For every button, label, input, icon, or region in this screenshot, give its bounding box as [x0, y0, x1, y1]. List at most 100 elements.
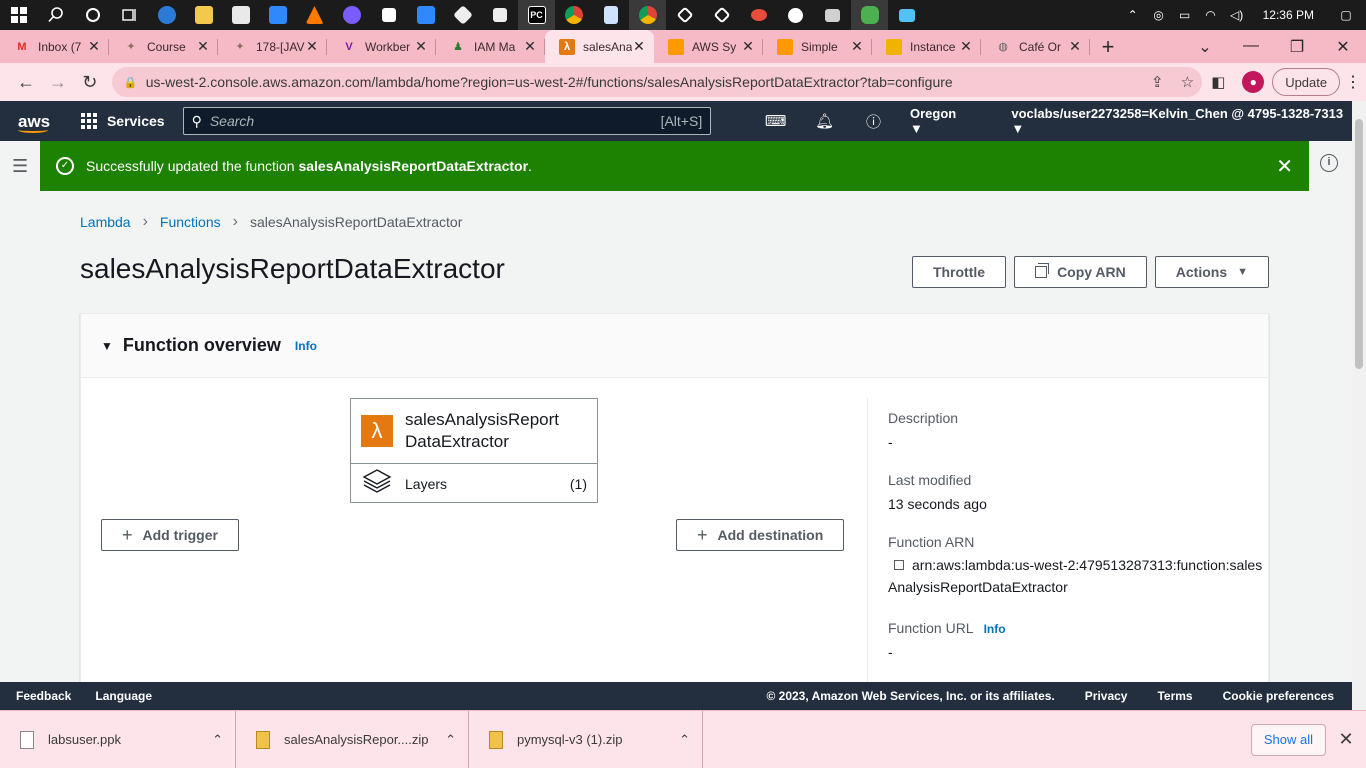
remote-desktop-icon[interactable] — [814, 0, 851, 30]
chevron-up-icon[interactable]: ⌃ — [679, 732, 690, 748]
eclipse-icon[interactable] — [333, 0, 370, 30]
close-icon[interactable]: ✕ — [1276, 154, 1293, 179]
battery-icon[interactable]: ▭ — [1177, 8, 1193, 22]
download-item[interactable]: pymysql-v3 (1).zip ⌃ — [469, 710, 703, 768]
help-icon[interactable]: ⓘ — [849, 111, 898, 132]
throttle-button[interactable]: Throttle — [911, 256, 1007, 288]
profile-avatar[interactable]: ● — [1242, 71, 1265, 93]
address-bar[interactable]: 🔒 us-west-2.console.aws.amazon.com/lambd… — [111, 67, 1203, 97]
tab-iam[interactable]: ♟ IAM Ma ✕ — [436, 30, 545, 63]
info-link[interactable]: Info — [295, 339, 317, 353]
volume-icon[interactable]: ◁) — [1229, 8, 1245, 22]
language-link[interactable]: Language — [95, 689, 152, 703]
info-panel-icon[interactable]: i — [1320, 154, 1338, 172]
reload-icon[interactable]: ↻ — [74, 72, 106, 93]
signal-icon[interactable] — [777, 0, 814, 30]
vscode-icon[interactable] — [407, 0, 444, 30]
function-overview-header[interactable]: ▼ Function overview Info — [81, 314, 1268, 378]
tab-sales-analysis[interactable]: λ salesAna ✕ — [545, 30, 654, 63]
tab-aws-systems[interactable]: AWS Sy ✕ — [654, 30, 763, 63]
tab-search-icon[interactable]: ⌄ — [1182, 37, 1228, 57]
putty-icon[interactable] — [481, 0, 518, 30]
chrome-profile-icon[interactable] — [629, 0, 666, 30]
tab-178-jav[interactable]: ✦ 178-[JAV ✕ — [218, 30, 327, 63]
photos-icon[interactable] — [888, 0, 925, 30]
scrollbar-thumb[interactable] — [1355, 119, 1363, 369]
cloudshell-icon[interactable]: ⌨ — [751, 112, 800, 130]
cortana-icon[interactable] — [74, 0, 111, 30]
hamburger-menu-icon[interactable]: ☰ — [12, 156, 28, 177]
file-explorer-icon[interactable] — [185, 0, 222, 30]
git-icon[interactable] — [444, 0, 481, 30]
close-icon[interactable]: ✕ — [305, 38, 319, 55]
privacy-link[interactable]: Privacy — [1085, 689, 1128, 703]
menu-icon[interactable]: ⋮ — [1340, 72, 1366, 92]
aws-logo[interactable]: aws — [0, 101, 65, 141]
copy-icon[interactable] — [894, 560, 904, 570]
download-item[interactable]: labsuser.ppk ⌃ — [0, 710, 236, 768]
paint-icon[interactable] — [740, 0, 777, 30]
search-icon[interactable] — [37, 0, 74, 30]
download-item[interactable]: salesAnalysisRepor....zip ⌃ — [236, 710, 469, 768]
tab-cafe[interactable]: ◍ Café Or ✕ — [981, 30, 1090, 63]
snipping-icon[interactable] — [370, 0, 407, 30]
region-selector[interactable]: Oregon ▼ — [910, 106, 971, 136]
lock-icon[interactable]: 🔒 — [124, 76, 142, 89]
close-icon[interactable]: ✕ — [87, 38, 101, 55]
close-icon[interactable]: ✕ — [523, 38, 537, 55]
new-tab-button[interactable]: + — [1090, 34, 1126, 60]
aws-search-input[interactable]: ⚲ Search [Alt+S] — [182, 107, 712, 135]
caret-down-icon[interactable]: ▼ — [101, 339, 113, 353]
show-all-button[interactable]: Show all — [1250, 723, 1326, 756]
side-panel-icon[interactable]: ◧ — [1202, 73, 1234, 91]
mail-icon[interactable] — [259, 0, 296, 30]
close-icon[interactable]: ✕ — [959, 38, 973, 55]
edge-icon[interactable] — [148, 0, 185, 30]
add-destination-button[interactable]: + Add destination — [676, 519, 845, 551]
vlc-icon[interactable] — [296, 0, 333, 30]
tab-course[interactable]: ✦ Course ✕ — [109, 30, 218, 63]
pycharm-icon[interactable]: PC — [518, 0, 555, 30]
account-menu[interactable]: voclabs/user2273258=Kelvin_Chen @ 4795-1… — [1011, 106, 1352, 136]
breadcrumb-functions[interactable]: Functions — [160, 214, 221, 230]
function-arn-value[interactable]: arn:aws:lambda:us-west-2:479513287313:fu… — [888, 557, 1262, 595]
wifi-icon[interactable]: ◠ — [1203, 8, 1219, 22]
meet-icon[interactable]: ◎ — [1151, 8, 1167, 22]
chevron-up-icon[interactable]: ⌃ — [445, 732, 456, 748]
add-trigger-button[interactable]: + Add trigger — [101, 519, 239, 551]
close-icon[interactable]: ✕ — [196, 38, 210, 55]
minimize-icon[interactable]: — — [1228, 37, 1274, 57]
clock[interactable]: 12:36 PM — [1263, 8, 1314, 22]
tab-workbench[interactable]: V Workber ✕ — [327, 30, 436, 63]
feedback-link[interactable]: Feedback — [16, 689, 71, 703]
virtualbox-icon[interactable] — [666, 0, 703, 30]
close-icon[interactable]: ✕ — [741, 38, 755, 55]
info-link[interactable]: Info — [984, 622, 1006, 636]
actions-dropdown[interactable]: Actions ▼ — [1154, 256, 1269, 288]
tab-simple[interactable]: Simple ✕ — [763, 30, 872, 63]
back-icon[interactable]: ← — [10, 72, 42, 93]
tab-instance[interactable]: Instance ✕ — [872, 30, 981, 63]
bell-icon[interactable]: 🔔︎ — [800, 112, 849, 130]
function-node-header[interactable]: λ salesAnalysisReport DataExtractor — [351, 399, 597, 464]
services-menu-button[interactable]: Services — [80, 113, 165, 129]
copy-arn-button[interactable]: Copy ARN — [1014, 256, 1147, 288]
store-icon[interactable] — [222, 0, 259, 30]
layers-row[interactable]: Layers (1) — [351, 464, 597, 503]
breadcrumb-lambda[interactable]: Lambda — [80, 214, 131, 230]
wechat-icon[interactable] — [851, 0, 888, 30]
close-icon[interactable]: ✕ — [1326, 729, 1366, 750]
bookmark-star-icon[interactable]: ☆ — [1172, 73, 1202, 91]
chevron-up-icon[interactable]: ⌃ — [212, 732, 223, 748]
page-scrollbar[interactable] — [1352, 101, 1366, 710]
chevron-up-icon[interactable]: ⌃ — [1125, 8, 1141, 22]
chrome-icon[interactable] — [555, 0, 592, 30]
windows-start-icon[interactable] — [0, 0, 37, 30]
terms-link[interactable]: Terms — [1157, 689, 1192, 703]
box-app-icon[interactable] — [703, 0, 740, 30]
url-text[interactable]: us-west-2.console.aws.amazon.com/lambda/… — [146, 74, 1143, 90]
forward-icon[interactable]: → — [42, 72, 74, 93]
close-window-icon[interactable]: ✕ — [1320, 37, 1366, 57]
update-button[interactable]: Update — [1272, 68, 1341, 96]
close-icon[interactable]: ✕ — [632, 38, 646, 55]
